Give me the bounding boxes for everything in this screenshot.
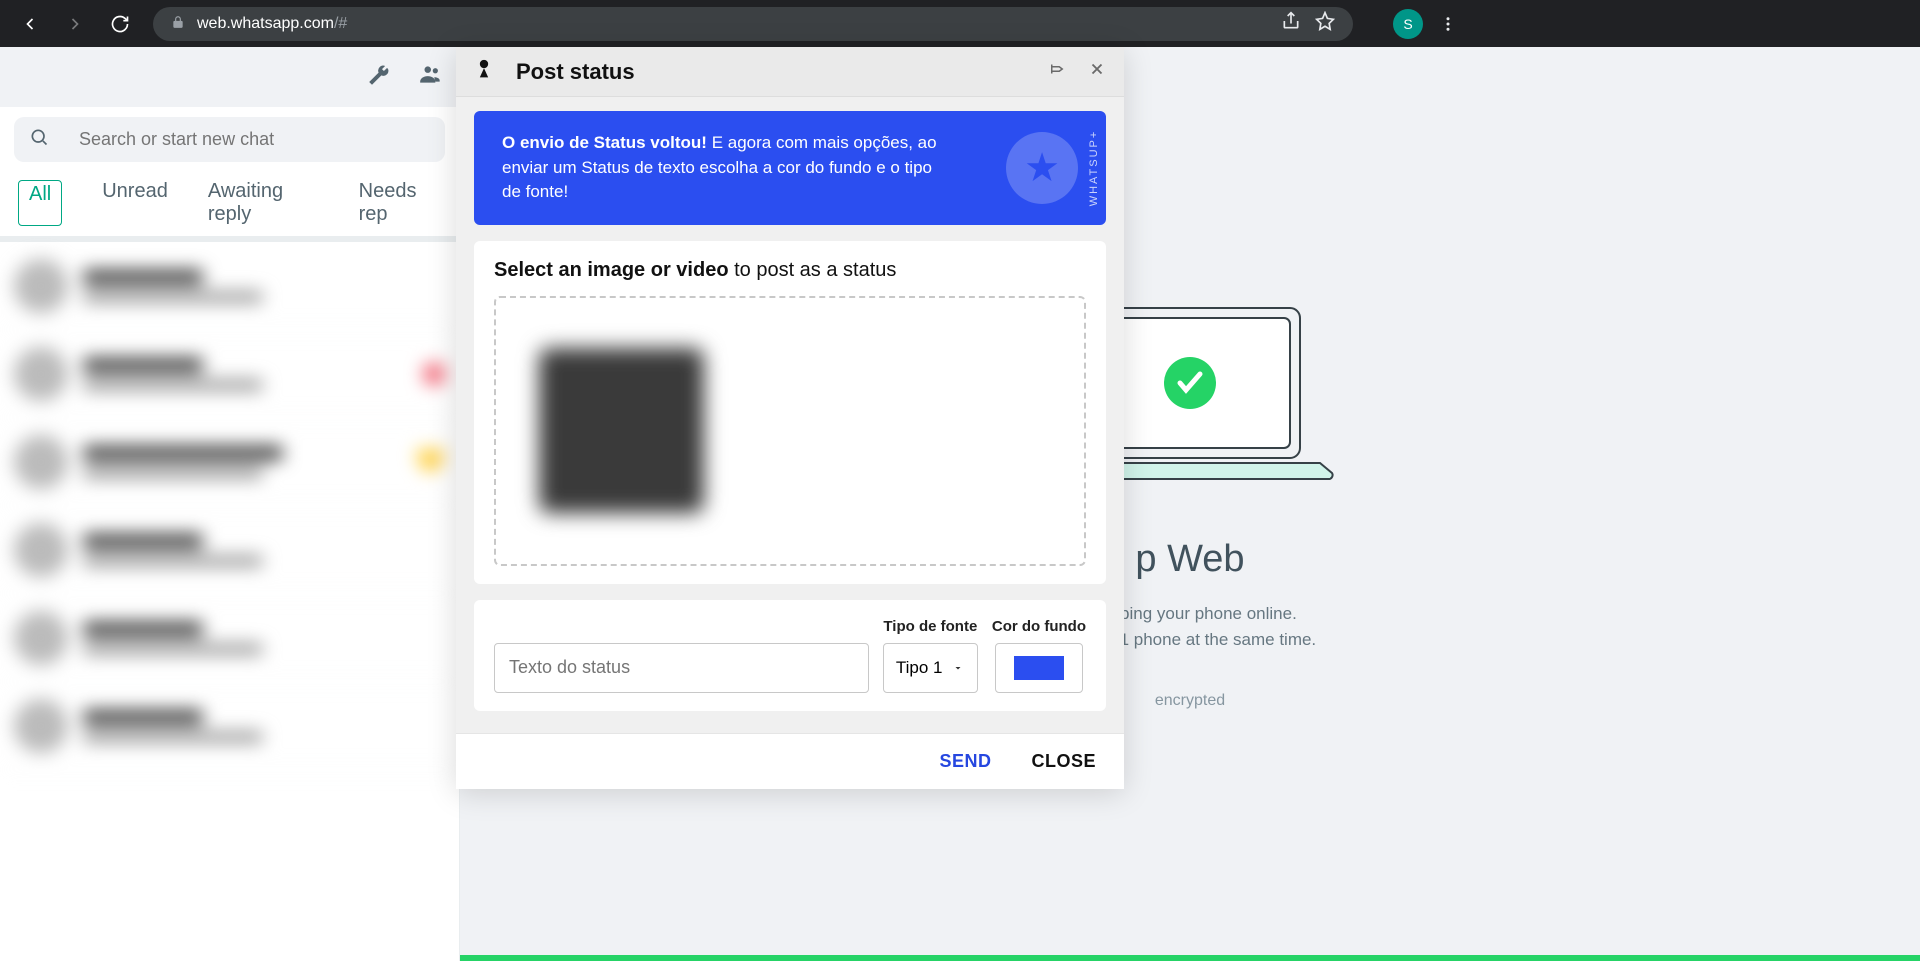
close-button[interactable]: CLOSE — [1031, 751, 1096, 772]
filter-tabs: All Unread Awaiting reply Needs rep — [0, 162, 459, 236]
status-options-card: Tipo de fonte Tipo 1 Cor do fundo — [474, 600, 1106, 711]
lock-icon — [171, 15, 185, 32]
modal-footer: SEND CLOSE — [456, 733, 1124, 789]
search-icon — [29, 127, 49, 152]
chat-item[interactable] — [0, 242, 459, 330]
bookmark-star-icon[interactable] — [1315, 11, 1335, 36]
search-bar[interactable] — [14, 117, 445, 162]
browser-toolbar: web.whatsapp.com/# S — [0, 0, 1920, 47]
modal-title: Post status — [516, 59, 635, 85]
tab-needs-reply[interactable]: Needs rep — [359, 180, 441, 226]
address-bar[interactable]: web.whatsapp.com/# — [153, 7, 1353, 41]
pin-icon[interactable] — [1048, 60, 1066, 83]
accent-bottom-bar — [460, 955, 1920, 961]
chat-item[interactable] — [0, 594, 459, 682]
media-thumbnail[interactable] — [539, 348, 704, 513]
profile-avatar[interactable]: S — [1393, 9, 1423, 39]
chat-sidebar: All Unread Awaiting reply Needs rep 💛 — [0, 47, 460, 961]
wa-web-title: p Web — [1135, 538, 1244, 581]
chevron-down-icon — [952, 662, 964, 674]
share-icon[interactable] — [1281, 11, 1301, 36]
send-button[interactable]: SEND — [939, 751, 991, 772]
media-select-title: Select an image or video to post as a st… — [494, 259, 1086, 282]
search-input[interactable] — [79, 129, 430, 150]
url-domain: web.whatsapp.com — [197, 15, 334, 33]
forward-button[interactable] — [60, 9, 90, 39]
encrypted-note: encrypted — [1155, 692, 1225, 710]
status-text-input[interactable] — [494, 643, 869, 693]
chat-item[interactable]: 💛 — [0, 418, 459, 506]
font-type-select[interactable]: Tipo 1 — [883, 643, 978, 693]
font-type-value: Tipo 1 — [896, 658, 943, 678]
bg-color-picker[interactable] — [995, 643, 1083, 693]
chat-list: 💛 — [0, 242, 459, 961]
group-icon[interactable] — [418, 61, 444, 93]
bg-color-swatch — [1014, 656, 1064, 680]
tab-all[interactable]: All — [18, 180, 62, 226]
chat-item[interactable] — [0, 506, 459, 594]
banner-brand: WHATSUP+ — [1088, 130, 1100, 207]
wrench-icon[interactable] — [366, 62, 390, 92]
banner-star-icon: ★ — [1006, 132, 1078, 204]
tab-awaiting[interactable]: Awaiting reply — [208, 180, 319, 226]
media-select-card: Select an image or video to post as a st… — [474, 241, 1106, 584]
media-dropzone[interactable] — [494, 296, 1086, 566]
info-banner: O envio de Status voltou! E agora com ma… — [474, 111, 1106, 225]
bg-color-label: Cor do fundo — [992, 618, 1086, 635]
avatar-letter: S — [1403, 16, 1412, 32]
kebab-menu-icon[interactable] — [1433, 9, 1463, 39]
post-status-modal: Post status O envio de Status voltou! E … — [456, 47, 1124, 789]
modal-app-icon — [474, 59, 494, 85]
sidebar-header — [0, 47, 459, 107]
font-type-label: Tipo de fonte — [883, 618, 977, 635]
modal-header: Post status — [456, 47, 1124, 97]
url-path: /# — [334, 15, 347, 33]
chat-item[interactable] — [0, 330, 459, 418]
banner-text: O envio de Status voltou! E agora com ma… — [502, 131, 942, 205]
back-button[interactable] — [15, 9, 45, 39]
tab-unread[interactable]: Unread — [102, 180, 168, 226]
close-icon[interactable] — [1088, 60, 1106, 83]
chat-item[interactable] — [0, 682, 459, 770]
reload-button[interactable] — [105, 9, 135, 39]
